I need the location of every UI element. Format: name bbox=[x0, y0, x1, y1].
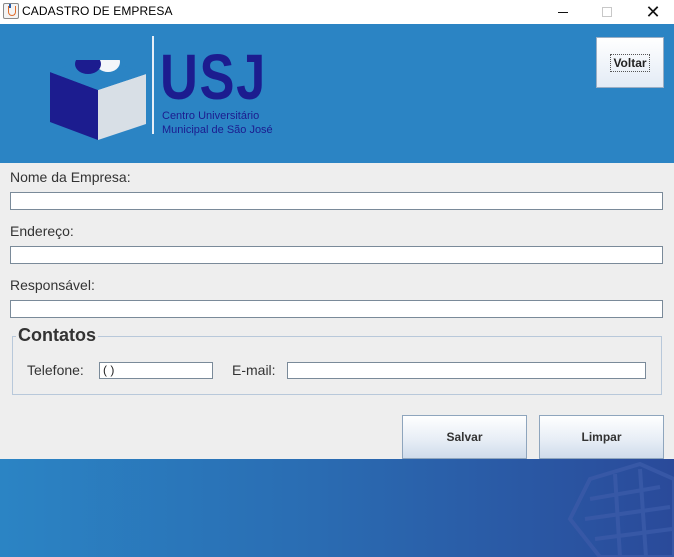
save-button[interactable]: Salvar bbox=[402, 415, 527, 459]
phone-label: Telefone: bbox=[27, 362, 84, 378]
logo-divider bbox=[152, 36, 154, 134]
company-name-input[interactable] bbox=[10, 192, 663, 210]
clear-button[interactable]: Limpar bbox=[539, 415, 664, 459]
responsible-label: Responsável: bbox=[10, 277, 95, 293]
contacts-group-title: Contatos bbox=[16, 325, 98, 346]
close-icon: ✕ bbox=[645, 2, 661, 22]
address-input[interactable] bbox=[10, 246, 663, 264]
minimize-icon bbox=[558, 12, 568, 13]
header-banner: USJ Centro Universitário Municipal de Sã… bbox=[0, 24, 674, 163]
java-app-icon bbox=[3, 3, 19, 19]
back-button-label: Voltar bbox=[610, 53, 650, 72]
address-label: Endereço: bbox=[10, 223, 74, 239]
back-button[interactable]: Voltar bbox=[596, 37, 664, 88]
email-input[interactable] bbox=[287, 362, 646, 379]
maximize-button[interactable] bbox=[584, 0, 630, 24]
email-label: E-mail: bbox=[232, 362, 276, 378]
footer-banner bbox=[0, 459, 674, 557]
logo-subtitle-line-1: Centro Universitário bbox=[162, 110, 260, 122]
title-bar: CADASTRO DE EMPRESA ✕ bbox=[0, 0, 674, 24]
responsible-input[interactable] bbox=[10, 300, 663, 318]
clear-button-label: Limpar bbox=[581, 430, 622, 444]
usj-logo-text: USJ bbox=[160, 41, 268, 113]
save-button-label: Salvar bbox=[446, 430, 483, 444]
minimize-button[interactable] bbox=[540, 0, 586, 24]
company-name-label: Nome da Empresa: bbox=[10, 169, 131, 185]
window-title: CADASTRO DE EMPRESA bbox=[22, 4, 173, 18]
close-button[interactable]: ✕ bbox=[630, 0, 674, 24]
usj-logo-cube-icon bbox=[50, 52, 150, 145]
phone-input[interactable]: ( ) bbox=[99, 362, 213, 379]
maximize-icon bbox=[602, 7, 612, 17]
logo-subtitle-line-2: Municipal de São José bbox=[162, 124, 273, 136]
building-grid-decoration-icon bbox=[567, 461, 674, 557]
